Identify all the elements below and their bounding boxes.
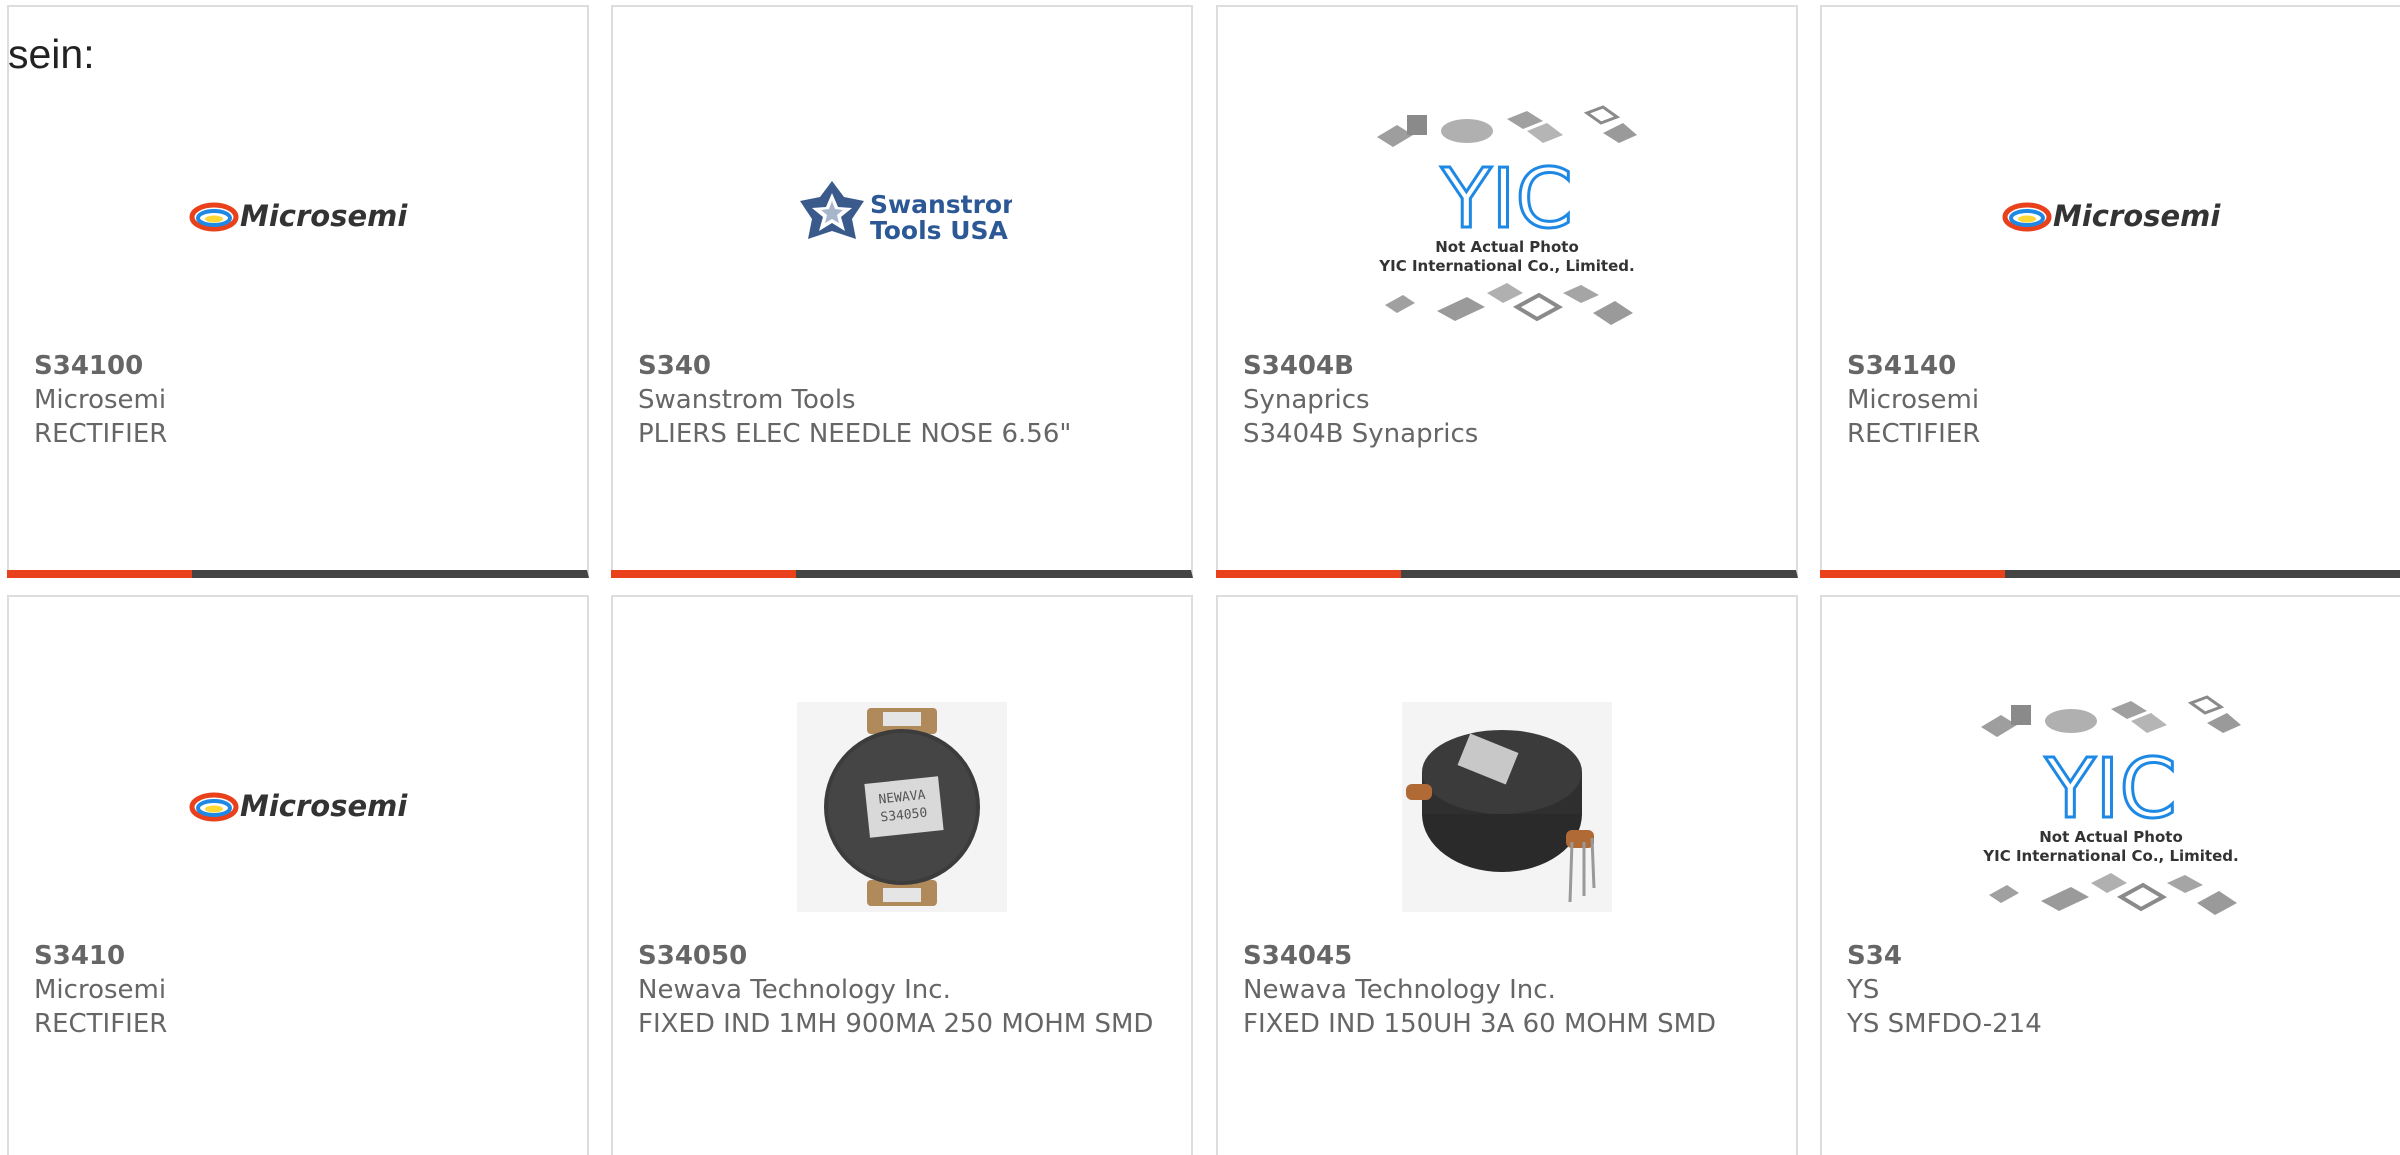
description: RECTIFIER bbox=[34, 419, 168, 449]
svg-text:Not Actual Photo: Not Actual Photo bbox=[2039, 828, 2183, 846]
part-number: S340 bbox=[638, 351, 711, 381]
swanstrom-logo: Swanstrom Tools USA bbox=[800, 181, 1012, 245]
product-card[interactable]: Microsemi S34140 Microsemi RECTIFIER bbox=[1820, 5, 2400, 578]
product-image: Microsemi bbox=[9, 87, 587, 347]
manufacturer: Microsemi bbox=[34, 975, 167, 1005]
accent-bar bbox=[611, 570, 796, 578]
product-card[interactable]: Swanstrom Tools USA S340 Swanstrom Tools… bbox=[611, 5, 1193, 578]
microsemi-logo: Microsemi bbox=[189, 789, 408, 823]
description: S3404B Synaprics bbox=[1243, 419, 1479, 449]
product-card[interactable]: NEWAVA S34050 S34050 Newava Technology I… bbox=[611, 595, 1193, 1155]
product-card[interactable]: Microsemi S34100 Microsemi RECTIFIER bbox=[7, 5, 589, 578]
manufacturer: Newava Technology Inc. bbox=[1243, 975, 1556, 1005]
svg-text:YIC International Co., Limited: YIC International Co., Limited. bbox=[1378, 257, 1634, 275]
manufacturer: Synaprics bbox=[1243, 385, 1370, 415]
svg-text:YIC: YIC bbox=[2044, 742, 2177, 837]
yic-placeholder-image: YIC Not Actual Photo YIC International C… bbox=[1377, 105, 1637, 325]
product-image: YIC Not Actual Photo YIC International C… bbox=[1218, 87, 1796, 347]
manufacturer: Swanstrom Tools bbox=[638, 385, 856, 415]
svg-text:YIC International Co., Limited: YIC International Co., Limited. bbox=[1982, 847, 2238, 865]
description: RECTIFIER bbox=[1847, 419, 1981, 449]
description: RECTIFIER bbox=[34, 1009, 168, 1039]
part-number: S34045 bbox=[1243, 941, 1353, 971]
product-card[interactable]: YIC Not Actual Photo YIC International C… bbox=[1216, 5, 1798, 578]
product-card[interactable]: Microsemi S3410 Microsemi RECTIFIER bbox=[7, 595, 589, 1155]
yic-placeholder-image: YIC Not Actual Photo YIC International C… bbox=[1981, 695, 2241, 915]
product-image: Microsemi bbox=[9, 677, 587, 937]
svg-text:Microsemi: Microsemi bbox=[2053, 199, 2221, 233]
accent-bar bbox=[1820, 570, 2005, 578]
svg-text:YIC: YIC bbox=[1440, 152, 1573, 247]
part-number: S34050 bbox=[638, 941, 748, 971]
accent-bar bbox=[1216, 570, 1401, 578]
inductor-top-photo: NEWAVA S34050 bbox=[797, 702, 1007, 912]
product-card[interactable]: YIC Not Actual Photo YIC International C… bbox=[1820, 595, 2400, 1155]
product-image: YIC Not Actual Photo YIC International C… bbox=[1822, 677, 2400, 937]
svg-text:Not Actual Photo: Not Actual Photo bbox=[1435, 238, 1579, 256]
svg-text:Microsemi: Microsemi bbox=[240, 789, 408, 823]
svg-text:Swanstrom: Swanstrom bbox=[870, 190, 1012, 219]
product-image: Microsemi bbox=[1822, 87, 2400, 347]
product-card[interactable]: S34045 Newava Technology Inc. FIXED IND … bbox=[1216, 595, 1798, 1155]
manufacturer: Newava Technology Inc. bbox=[638, 975, 951, 1005]
description: FIXED IND 150UH 3A 60 MOHM SMD bbox=[1243, 1009, 1717, 1039]
description: PLIERS ELEC NEEDLE NOSE 6.56" bbox=[638, 419, 1072, 449]
svg-text:Microsemi: Microsemi bbox=[240, 199, 408, 233]
description: YS SMFDO-214 bbox=[1847, 1009, 2042, 1039]
part-number: S34140 bbox=[1847, 351, 1957, 381]
inductor-side-photo bbox=[1402, 702, 1612, 912]
description: FIXED IND 1MH 900MA 250 MOHM SMD bbox=[638, 1009, 1154, 1039]
manufacturer: YS bbox=[1847, 975, 1880, 1005]
microsemi-logo: Microsemi bbox=[2002, 199, 2221, 233]
page-heading: sein: bbox=[8, 31, 95, 77]
manufacturer: Microsemi bbox=[1847, 385, 1980, 415]
manufacturer: Microsemi bbox=[34, 385, 167, 415]
accent-bar bbox=[7, 570, 192, 578]
part-number: S34100 bbox=[34, 351, 144, 381]
part-number: S3404B bbox=[1243, 351, 1354, 381]
microsemi-logo: Microsemi bbox=[189, 199, 408, 233]
part-number: S3410 bbox=[34, 941, 126, 971]
product-image: Swanstrom Tools USA bbox=[613, 87, 1191, 347]
product-image: NEWAVA S34050 bbox=[613, 677, 1191, 937]
product-image bbox=[1218, 677, 1796, 937]
svg-text:Tools USA: Tools USA bbox=[870, 216, 1009, 245]
part-number: S34 bbox=[1847, 941, 1902, 971]
